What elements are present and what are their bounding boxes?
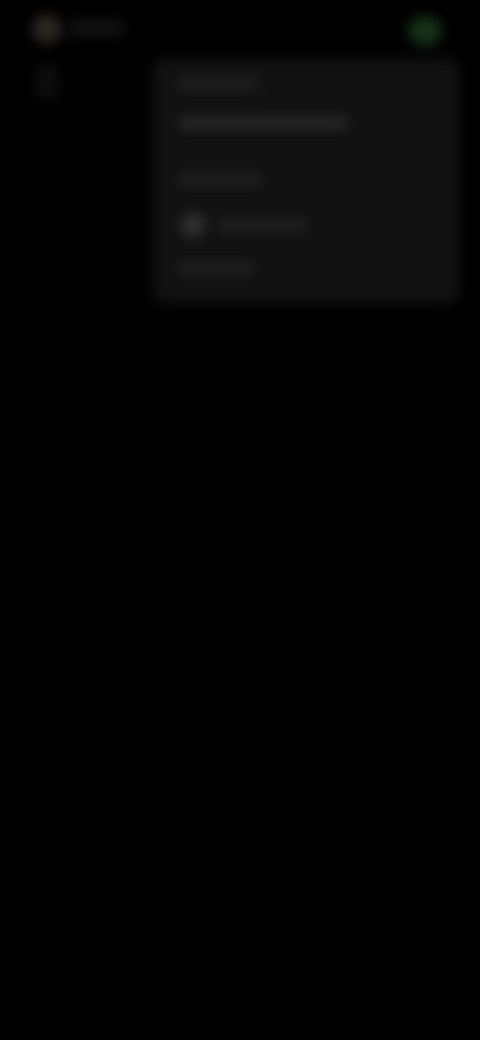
menu-item[interactable] xyxy=(178,76,258,90)
menu-item[interactable] xyxy=(178,262,254,276)
menu-item[interactable] xyxy=(178,116,348,130)
back-icon[interactable] xyxy=(36,64,58,100)
menu-item[interactable] xyxy=(178,172,262,186)
dropdown-menu xyxy=(152,58,460,304)
app-label xyxy=(70,20,124,36)
avatar-icon xyxy=(180,212,206,238)
status-indicator-icon[interactable] xyxy=(408,16,442,46)
app-icon[interactable] xyxy=(32,14,62,44)
screen xyxy=(0,0,480,1040)
blurred-content xyxy=(0,0,480,1040)
menu-item[interactable] xyxy=(218,218,308,232)
